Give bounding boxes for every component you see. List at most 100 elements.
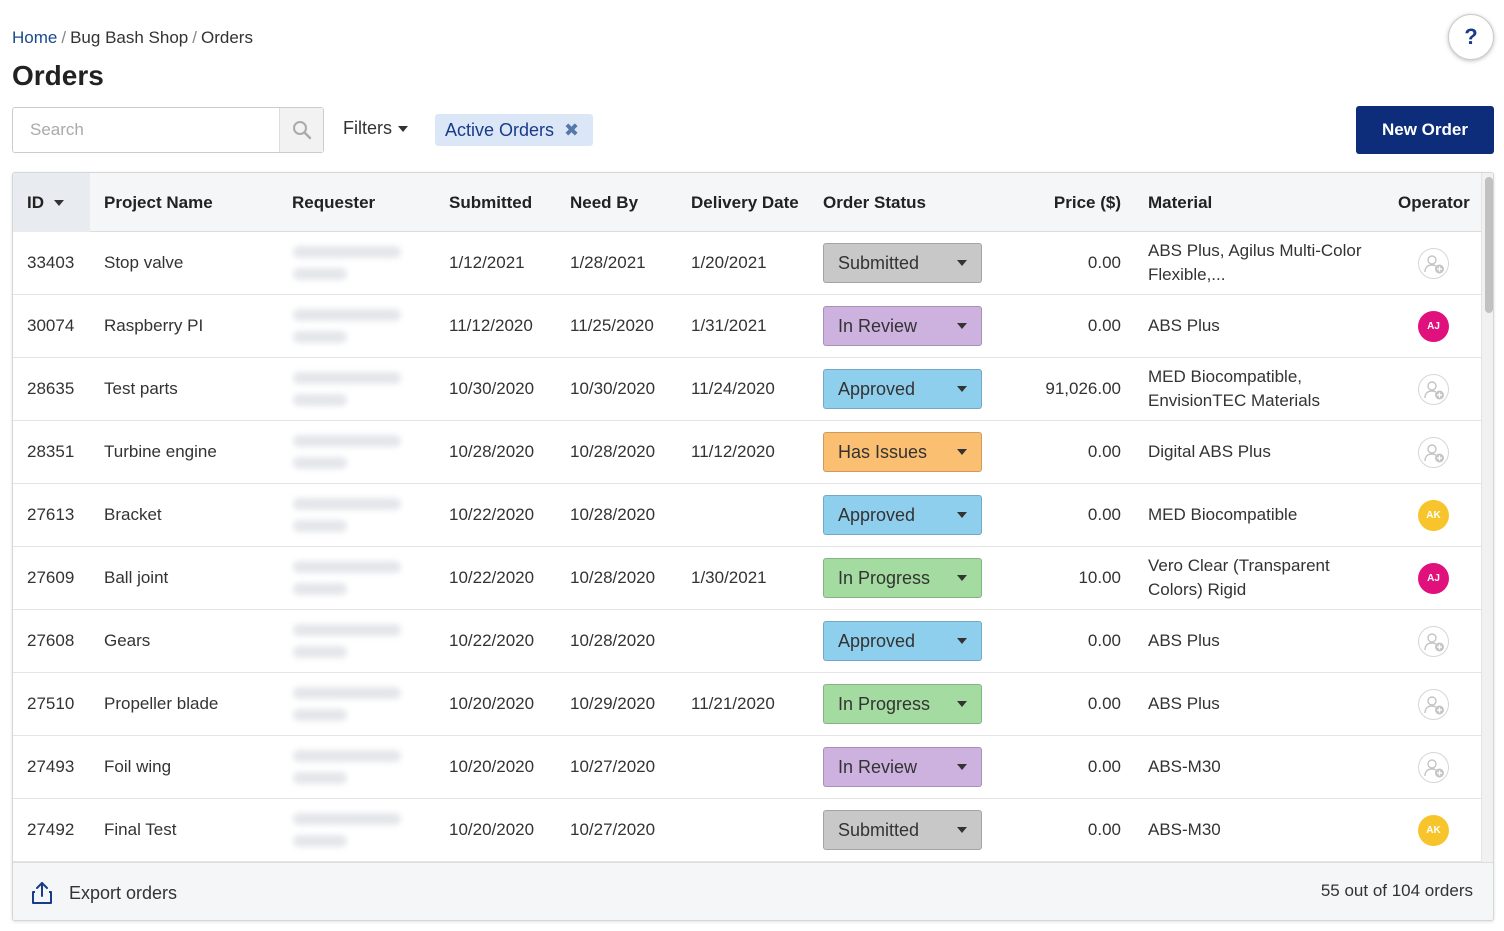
- column-header-material[interactable]: Material: [1148, 173, 1212, 232]
- add-operator-button[interactable]: [1418, 248, 1449, 279]
- order-status-dropdown[interactable]: Approved: [823, 369, 982, 409]
- table-row[interactable]: 33403 Stop valve 1/12/2021 1/28/2021 1/20/20…: [13, 232, 1481, 295]
- cell-project-name: Bracket: [104, 505, 162, 524]
- add-operator-icon: [1423, 254, 1444, 273]
- caret-down-icon: [957, 512, 967, 518]
- new-order-button[interactable]: New Order: [1356, 106, 1494, 154]
- add-operator-button[interactable]: [1418, 437, 1449, 468]
- order-status-label: In Review: [838, 315, 918, 336]
- cell-need-by: 10/28/2020: [570, 568, 656, 587]
- order-status-dropdown[interactable]: Approved: [823, 495, 982, 535]
- filters-dropdown[interactable]: Filters: [343, 118, 408, 139]
- search-button[interactable]: [279, 108, 323, 152]
- table-row[interactable]: 27510 Propeller blade 10/20/2020 10/29/2020…: [13, 673, 1481, 736]
- order-status-dropdown[interactable]: In Review: [823, 306, 982, 346]
- table-row[interactable]: 27492 Final Test 10/20/2020 10/27/2020 0.00 A…: [13, 799, 1481, 862]
- column-header-delivery[interactable]: Delivery Date: [691, 173, 799, 232]
- cell-project-name: Gears: [104, 631, 151, 650]
- caret-down-icon: [957, 449, 967, 455]
- cell-material: Digital ABS Plus: [1148, 442, 1271, 461]
- orders-table: ID Project Name Requester Submitted Need…: [12, 172, 1494, 921]
- search-icon: [292, 121, 311, 140]
- cell-id: 33403: [27, 253, 75, 272]
- cell-requester-redacted: [285, 484, 413, 546]
- search-input[interactable]: [13, 108, 279, 152]
- cell-price: 0.00: [1087, 820, 1121, 839]
- cell-id: 27609: [27, 568, 75, 587]
- cell-price: 0.00: [1087, 316, 1121, 335]
- add-operator-button[interactable]: [1418, 626, 1449, 657]
- order-status-label: Submitted: [838, 252, 920, 273]
- add-operator-button[interactable]: [1418, 689, 1449, 720]
- cell-price: 0.00: [1087, 694, 1121, 713]
- cell-submitted: 10/20/2020: [449, 694, 535, 713]
- cell-delivery-date: [691, 799, 816, 861]
- caret-down-icon: [957, 638, 967, 644]
- cell-requester-redacted: [285, 673, 413, 735]
- cell-price: 0.00: [1087, 442, 1121, 461]
- add-operator-button[interactable]: [1418, 374, 1449, 405]
- cell-project-name: Propeller blade: [104, 694, 219, 713]
- cell-project-name: Test parts: [104, 379, 178, 398]
- cell-submitted: 10/20/2020: [449, 757, 535, 776]
- caret-down-icon: [957, 764, 967, 770]
- column-header-id[interactable]: ID: [13, 173, 90, 232]
- table-row[interactable]: 27608 Gears 10/22/2020 10/28/2020 0.00 ABS Pl…: [13, 610, 1481, 673]
- cell-requester-redacted: [285, 547, 413, 609]
- cell-project-name: Ball joint: [104, 568, 169, 587]
- column-header-submitted[interactable]: Submitted: [449, 173, 532, 232]
- operator-avatar[interactable]: AK: [1418, 500, 1449, 531]
- cell-requester-redacted: [285, 358, 413, 420]
- cell-project-name: Stop valve: [104, 253, 184, 272]
- cell-need-by: 1/28/2021: [570, 253, 646, 272]
- operator-avatar[interactable]: AJ: [1418, 563, 1449, 594]
- order-status-dropdown[interactable]: In Progress: [823, 684, 982, 724]
- help-button[interactable]: ?: [1448, 14, 1494, 60]
- table-row[interactable]: 28351 Turbine engine 10/28/2020 10/28/2020 1…: [13, 421, 1481, 484]
- column-header-need-by[interactable]: Need By: [570, 173, 638, 232]
- table-row[interactable]: 27613 Bracket 10/22/2020 10/28/2020 0.00 MED …: [13, 484, 1481, 547]
- cell-id: 28351: [27, 442, 75, 461]
- operator-avatar[interactable]: AK: [1418, 815, 1449, 846]
- cell-id: 27492: [27, 820, 75, 839]
- caret-down-icon: [398, 125, 408, 132]
- order-status-dropdown[interactable]: Has Issues: [823, 432, 982, 472]
- add-operator-button[interactable]: [1418, 752, 1449, 783]
- cell-need-by: 10/28/2020: [570, 631, 656, 650]
- column-header-price[interactable]: Price ($): [1021, 173, 1121, 232]
- close-icon[interactable]: ✖: [564, 120, 579, 141]
- order-status-dropdown[interactable]: Approved: [823, 621, 982, 661]
- cell-submitted: 11/12/2020: [449, 316, 533, 335]
- cell-requester-redacted: [285, 421, 413, 483]
- table-scrollbar[interactable]: [1481, 173, 1493, 862]
- cell-delivery-date: 1/20/2021: [691, 253, 767, 272]
- table-row[interactable]: 27493 Foil wing 10/20/2020 10/27/2020 0.00 AB…: [13, 736, 1481, 799]
- cell-delivery-date: 11/12/2020: [691, 442, 775, 461]
- cell-submitted: 10/20/2020: [449, 820, 535, 839]
- breadcrumb-home-link[interactable]: Home: [12, 28, 57, 47]
- order-status-dropdown[interactable]: Submitted: [823, 243, 982, 283]
- cell-requester-redacted: [285, 736, 413, 798]
- cell-need-by: 10/28/2020: [570, 505, 656, 524]
- column-header-project[interactable]: Project Name: [104, 173, 213, 232]
- operator-avatar[interactable]: AJ: [1418, 311, 1449, 342]
- orders-count: 55 out of 104 orders: [1320, 881, 1473, 900]
- table-row[interactable]: 30074 Raspberry PI 11/12/2020 11/25/2020 1/3…: [13, 295, 1481, 358]
- column-header-requester[interactable]: Requester: [292, 173, 375, 232]
- export-orders-button[interactable]: Export orders: [31, 863, 177, 920]
- scrollbar-thumb[interactable]: [1485, 177, 1493, 313]
- table-row[interactable]: 28635 Test parts 10/30/2020 10/30/2020 11/24…: [13, 358, 1481, 421]
- order-status-dropdown[interactable]: In Review: [823, 747, 982, 787]
- breadcrumb-current: Orders: [200, 28, 253, 47]
- column-header-operator[interactable]: Operator: [1398, 173, 1470, 232]
- add-operator-icon: [1423, 443, 1444, 462]
- cell-delivery-date: 1/31/2021: [691, 316, 767, 335]
- order-status-dropdown[interactable]: In Progress: [823, 558, 982, 598]
- order-status-dropdown[interactable]: Submitted: [823, 810, 982, 850]
- breadcrumb-separator: /: [61, 28, 67, 47]
- table-row[interactable]: 27609 Ball joint 10/22/2020 10/28/2020 1/30/…: [13, 547, 1481, 610]
- breadcrumb-shop[interactable]: Bug Bash Shop: [70, 28, 188, 47]
- cell-need-by: 11/25/2020: [570, 316, 654, 335]
- order-status-label: In Progress: [838, 693, 931, 714]
- column-header-status[interactable]: Order Status: [823, 173, 926, 232]
